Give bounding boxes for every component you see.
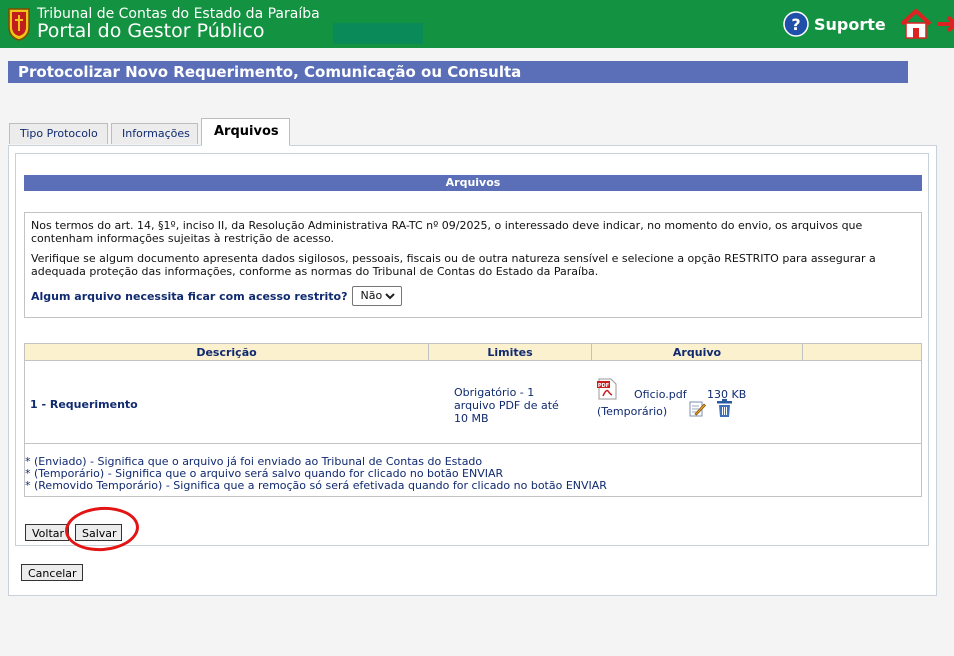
notice-paragraph-2: Verifique se algum documento apresenta d… — [31, 252, 876, 278]
restricted-question-row: Algum arquivo necessita ficar com acesso… — [31, 286, 915, 306]
status-legend: * (Enviado) - Significa que o arquivo já… — [25, 443, 921, 496]
restricted-access-select[interactable]: Não — [351, 286, 402, 306]
column-header-limits: Limites — [429, 344, 592, 361]
restricted-question-label: Algum arquivo necessita ficar com acesso… — [31, 289, 348, 303]
trash-icon[interactable] — [716, 399, 733, 418]
column-header-description: Descrição — [25, 344, 429, 361]
row-description: 1 - Requerimento — [30, 398, 138, 411]
svg-text:PDF: PDF — [598, 383, 609, 389]
column-header-file: Arquivo — [592, 344, 803, 361]
files-table: Descrição Limites Arquivo 1 - Requerimen… — [24, 343, 922, 497]
file-name-link[interactable]: Oficio.pdf — [634, 388, 687, 401]
app-header: Tribunal de Contas do Estado da Paraíba … — [0, 0, 954, 48]
edit-icon[interactable] — [689, 400, 706, 417]
save-button[interactable]: Salvar — [75, 524, 122, 541]
tab-arquivos[interactable]: Arquivos — [201, 118, 290, 146]
svg-text:?: ? — [791, 15, 800, 34]
pdf-icon[interactable]: PDF — [597, 378, 617, 400]
back-button[interactable]: Voltar — [25, 524, 69, 541]
row-limits: Obrigatório - 1 arquivo PDF de até 10 MB — [454, 386, 559, 425]
restricted-access-value: Não — [360, 289, 383, 302]
tab-informacoes[interactable]: Informações — [111, 123, 198, 144]
help-icon[interactable]: ? — [783, 11, 809, 37]
file-status: (Temporário) — [597, 405, 668, 418]
home-icon[interactable] — [900, 8, 932, 40]
crest-icon — [8, 8, 30, 41]
portal-name: Portal do Gestor Público — [37, 20, 265, 42]
tab-panel: Arquivos Nos termos do art. 14, §1º, inc… — [8, 145, 937, 596]
chevron-down-icon — [384, 293, 395, 300]
files-section: Arquivos Nos termos do art. 14, §1º, inc… — [15, 153, 929, 546]
section-header: Arquivos — [24, 175, 922, 191]
restriction-notice: Nos termos do art. 14, §1º, inciso II, d… — [24, 212, 922, 318]
legend-item: * (Removido Temporário) - Significa que … — [25, 479, 607, 492]
support-link[interactable]: Suporte — [814, 15, 886, 34]
environment-badge — [333, 23, 423, 44]
cancel-button[interactable]: Cancelar — [21, 564, 83, 581]
table-header-row: Descrição Limites Arquivo — [25, 344, 921, 361]
exit-icon[interactable] — [936, 10, 954, 38]
tab-tipo-protocolo[interactable]: Tipo Protocolo — [9, 123, 108, 144]
notice-paragraph-1: Nos termos do art. 14, §1º, inciso II, d… — [31, 219, 863, 245]
page-title: Protocolizar Novo Requerimento, Comunica… — [8, 61, 908, 83]
column-header-actions — [803, 344, 921, 361]
